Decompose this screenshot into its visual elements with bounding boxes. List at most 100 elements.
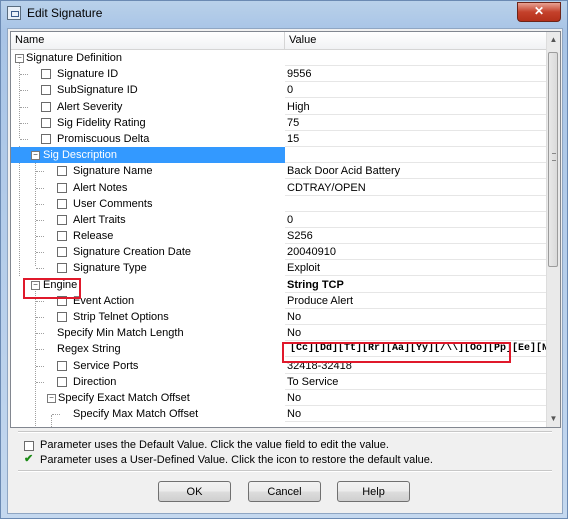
value-column-header[interactable]: Value <box>285 32 546 49</box>
default-value-icon[interactable] <box>41 69 51 80</box>
row-label: Promiscuous Delta <box>57 132 150 145</box>
default-value-icon[interactable] <box>57 360 67 371</box>
row-subsignature-id[interactable]: SubSignature ID 0 <box>11 82 546 99</box>
row-label: Direction <box>73 375 117 388</box>
legend-user-text: Parameter uses a User-Defined Value. Cli… <box>40 454 433 466</box>
scroll-thumb[interactable] <box>548 52 558 267</box>
row-event-action[interactable]: Event Action Produce Alert <box>11 293 546 309</box>
default-value-icon[interactable] <box>57 198 67 209</box>
row-engine[interactable]: − Engine String TCP <box>11 277 546 293</box>
ok-button[interactable]: OK <box>158 481 231 502</box>
row-value[interactable]: 20040910 <box>285 244 546 261</box>
title-bar[interactable]: Edit Signature ✕ <box>1 1 567 27</box>
row-label: Signature Definition <box>26 52 123 64</box>
collapse-icon[interactable]: − <box>47 393 56 403</box>
row-label: Regex String <box>57 343 121 356</box>
scroll-up-icon[interactable]: ▲ <box>549 35 558 44</box>
row-label: Alert Severity <box>57 100 123 113</box>
row-value[interactable]: 15 <box>285 131 546 147</box>
row-release[interactable]: Release S256 <box>11 228 546 245</box>
cancel-button[interactable]: Cancel <box>248 481 321 502</box>
row-label: Alert Notes <box>73 181 128 194</box>
row-sig-description[interactable]: − Sig Description <box>11 147 546 164</box>
scroll-down-icon[interactable]: ▼ <box>549 414 558 423</box>
row-value[interactable]: 0 <box>285 82 546 99</box>
collapse-icon[interactable]: − <box>15 54 24 63</box>
row-strip-telnet-options[interactable]: Strip Telnet Options No <box>11 309 546 325</box>
name-column-header[interactable]: Name <box>11 32 285 49</box>
row-value[interactable] <box>285 147 546 164</box>
vertical-scrollbar[interactable]: ▲ ▼ <box>546 32 560 427</box>
row-label: Strip Telnet Options <box>73 311 169 323</box>
row-value[interactable]: 0 <box>285 212 546 228</box>
row-value[interactable]: 75 <box>285 115 546 131</box>
legend-default-text: Parameter uses the Default Value. Click … <box>40 439 389 451</box>
row-alert-traits[interactable]: Alert Traits 0 <box>11 212 546 228</box>
row-label: SubSignature ID <box>57 84 138 97</box>
row-signature-definition[interactable]: − Signature Definition <box>11 50 546 66</box>
row-value[interactable]: No <box>285 309 546 325</box>
row-label: Sig Fidelity Rating <box>57 116 146 129</box>
divider <box>18 470 552 472</box>
default-value-icon[interactable] <box>57 312 67 322</box>
grid-header: Name Value <box>11 32 546 50</box>
close-button[interactable]: ✕ <box>517 2 561 22</box>
row-specify-min-match-length[interactable]: Specify Min Match Length No <box>11 325 546 342</box>
help-button[interactable]: Help <box>337 481 410 502</box>
default-value-icon[interactable] <box>57 231 67 242</box>
divider <box>18 431 552 433</box>
row-value[interactable]: No <box>285 406 546 423</box>
engine-highlight <box>23 278 81 299</box>
default-value-icon[interactable] <box>57 182 67 193</box>
row-value[interactable]: S256 <box>285 228 546 245</box>
checkmark-icon: ✔ <box>24 453 34 465</box>
row-value[interactable]: Exploit <box>285 260 546 277</box>
collapse-icon[interactable]: − <box>31 151 40 161</box>
row-label: Signature Name <box>73 165 153 178</box>
row-alert-severity[interactable]: Alert Severity High <box>11 99 546 115</box>
row-value[interactable]: To Service <box>285 374 546 390</box>
default-value-icon[interactable] <box>57 376 67 387</box>
row-user-comments[interactable]: User Comments <box>11 196 546 212</box>
row-signature-name[interactable]: Signature Name Back Door Acid Battery <box>11 163 546 180</box>
row-value[interactable]: 9556 <box>285 66 546 83</box>
row-sig-fidelity-rating[interactable]: Sig Fidelity Rating 75 <box>11 115 546 131</box>
row-direction[interactable]: Direction To Service <box>11 374 546 390</box>
row-value[interactable]: No <box>285 390 546 406</box>
row-specify-max-match-offset[interactable]: Specify Max Match Offset No <box>11 406 546 423</box>
default-value-icon <box>24 441 34 451</box>
row-alert-notes[interactable]: Alert Notes CDTRAY/OPEN <box>11 180 546 196</box>
app-icon <box>7 6 21 20</box>
row-value[interactable]: CDTRAY/OPEN <box>285 180 546 196</box>
row-promiscuous-delta[interactable]: Promiscuous Delta 15 <box>11 131 546 147</box>
row-value[interactable] <box>285 50 546 66</box>
default-value-icon[interactable] <box>41 117 51 128</box>
default-value-icon[interactable] <box>57 214 67 225</box>
window-title: Edit Signature <box>27 6 103 20</box>
row-value[interactable]: High <box>285 99 546 115</box>
row-value[interactable]: Back Door Acid Battery <box>285 163 546 180</box>
default-value-icon[interactable] <box>41 85 51 96</box>
default-value-icon[interactable] <box>57 247 67 258</box>
row-value[interactable]: String TCP <box>285 277 546 293</box>
default-value-icon[interactable] <box>41 101 51 112</box>
row-label: Specify Max Match Offset <box>73 408 199 421</box>
row-signature-type[interactable]: Signature Type Exploit <box>11 260 546 277</box>
row-value[interactable]: No <box>285 325 546 342</box>
dialog-body: Name Value − Signature Definition Signat… <box>7 28 563 514</box>
row-value[interactable]: Produce Alert <box>285 293 546 309</box>
property-grid: Name Value − Signature Definition Signat… <box>10 31 561 428</box>
property-rows: − Signature Definition Signature ID 9556 <box>11 50 560 427</box>
row-value[interactable] <box>285 196 546 212</box>
row-label: Sig Description <box>43 149 117 162</box>
row-signature-id[interactable]: Signature ID 9556 <box>11 66 546 83</box>
default-value-icon[interactable] <box>41 133 51 144</box>
row-label: User Comments <box>73 197 153 210</box>
row-signature-creation-date[interactable]: Signature Creation Date 20040910 <box>11 244 546 261</box>
default-value-icon[interactable] <box>57 263 67 274</box>
edit-signature-window: Edit Signature ✕ Name Value − Signature … <box>0 0 568 519</box>
row-label: Signature ID <box>57 68 119 81</box>
row-specify-exact-match-offset[interactable]: − Specify Exact Match Offset No <box>11 390 546 406</box>
row-label: Specify Min Match Length <box>57 327 184 340</box>
default-value-icon[interactable] <box>57 166 67 177</box>
